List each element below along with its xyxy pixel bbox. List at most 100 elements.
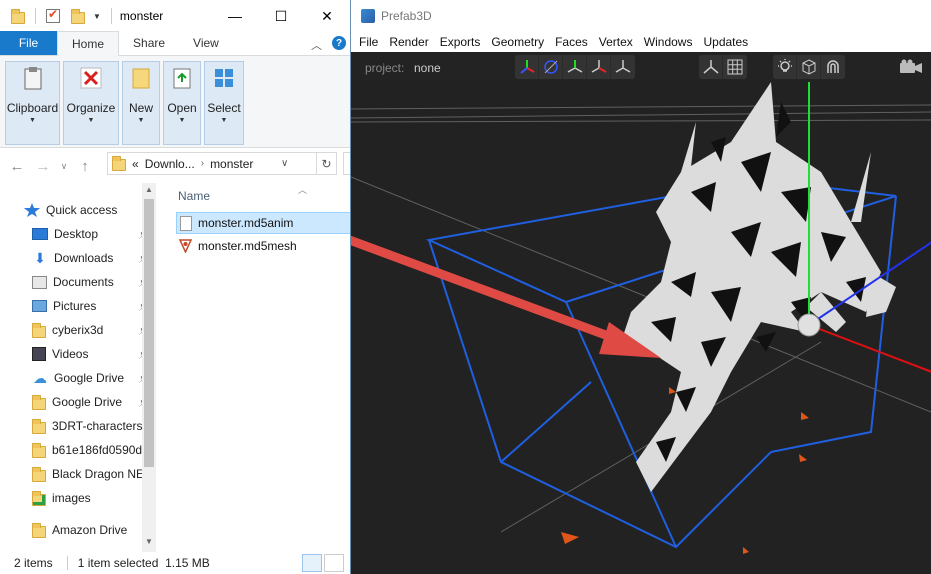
grid-icon[interactable]	[723, 55, 747, 79]
document-icon	[180, 215, 192, 231]
ribbon: Clipboard ▼ Organize ▼ New ▼ Open ▼ Sele…	[0, 56, 350, 148]
file-row-md5mesh[interactable]: monster.md5mesh	[176, 235, 350, 257]
menu-render[interactable]: Render	[389, 35, 428, 49]
rotate-gizmo-icon[interactable]	[539, 55, 563, 79]
up-arrow-icon[interactable]: ↑	[76, 158, 94, 175]
nav-item-google-drive[interactable]: ☁Google Drive📌	[32, 367, 150, 389]
tab-file[interactable]: File	[0, 31, 57, 55]
perspective-icon[interactable]	[699, 55, 723, 79]
scroll-down-icon[interactable]: ▼	[142, 537, 156, 551]
view-tools	[699, 55, 747, 79]
folder-icon	[32, 322, 46, 338]
folder-synced-icon	[32, 490, 46, 506]
tab-home[interactable]: Home	[57, 31, 120, 56]
axis-gizmo-icon[interactable]	[515, 55, 539, 79]
nav-item-3drt-characters[interactable]: 3DRT-characters	[32, 415, 150, 437]
cube-icon[interactable]	[797, 55, 821, 79]
prefab-title: Prefab3D	[381, 9, 432, 23]
folder-icon	[32, 394, 46, 410]
nav-item-cyberix3d[interactable]: cyberix3d📌	[32, 319, 150, 341]
new-folder-quick-icon[interactable]	[71, 8, 85, 24]
new-button[interactable]: New ▼	[122, 61, 160, 145]
render-tools	[773, 55, 845, 79]
column-header-name[interactable]: Name	[178, 189, 210, 203]
nav-item-documents[interactable]: Documents📌	[32, 271, 150, 293]
file-list: ︿ Name monster.md5anim monster.md5mesh	[170, 183, 350, 553]
camera-icon[interactable]	[899, 59, 923, 78]
tab-view[interactable]: View	[179, 31, 233, 55]
nav-item-images[interactable]: images	[32, 487, 150, 509]
nav-item-desktop[interactable]: Desktop📌	[32, 223, 150, 245]
breadcrumb-overflow[interactable]: «	[132, 157, 139, 171]
close-button[interactable]: ✕	[304, 0, 350, 32]
nav-item-downloads[interactable]: ⬇Downloads📌	[32, 247, 150, 269]
3d-viewport[interactable]	[351, 82, 931, 574]
move-z-icon[interactable]	[611, 55, 635, 79]
properties-icon[interactable]	[46, 7, 60, 23]
folder-icon	[32, 522, 46, 538]
large-icons-view-icon[interactable]	[324, 554, 344, 572]
star-icon	[24, 203, 40, 217]
help-icon[interactable]: ?	[332, 36, 346, 50]
clipboard-icon	[21, 65, 45, 91]
select-button[interactable]: Select ▼	[204, 61, 244, 145]
menu-updates[interactable]: Updates	[703, 35, 748, 49]
nav-item-black-dragon-ne[interactable]: Black Dragon NE	[32, 463, 150, 485]
search-box[interactable]	[343, 152, 350, 175]
breadcrumb-monster[interactable]: monster	[210, 157, 253, 171]
open-button[interactable]: Open ▼	[163, 61, 201, 145]
file-explorer-window: ▼ monster — ☐ ✕ File Home Share View ︿ ?	[0, 0, 350, 574]
chevron-up-icon[interactable]: ︿	[311, 37, 322, 53]
scroll-up-icon[interactable]: ▲	[142, 185, 156, 199]
menu-vertex[interactable]: Vertex	[599, 35, 633, 49]
menu-file[interactable]: File	[359, 35, 378, 49]
refresh-icon[interactable]: ↻	[316, 153, 336, 174]
address-dropdown[interactable]: ∨	[281, 158, 288, 169]
prefab-menubar: File Render Exports Geometry Faces Vertex Wind…	[351, 32, 931, 52]
minimize-button[interactable]: —	[212, 0, 258, 32]
back-arrow-icon[interactable]: ←	[8, 158, 26, 175]
nav-item-pictures[interactable]: Pictures📌	[32, 295, 150, 317]
monster-model	[621, 82, 896, 492]
organize-button[interactable]: Organize ▼	[63, 61, 119, 145]
magnet-icon[interactable]	[821, 55, 845, 79]
chevron-right-icon[interactable]: ›	[201, 158, 204, 169]
quick-access-toolbar-dropdown[interactable]: ▼	[93, 12, 101, 21]
folder-icon	[32, 418, 46, 434]
desktop-icon	[32, 228, 48, 240]
menu-geometry[interactable]: Geometry	[491, 35, 544, 49]
prefab-app-icon	[361, 9, 375, 23]
breadcrumb-downloads[interactable]: Downlo...	[145, 157, 195, 171]
folder-icon	[32, 442, 46, 458]
nav-scrollbar[interactable]: ▲ ▼	[142, 183, 156, 553]
menu-windows[interactable]: Windows	[644, 35, 693, 49]
menu-exports[interactable]: Exports	[440, 35, 481, 49]
nav-item-google-drive[interactable]: Google Drive📌	[32, 391, 150, 413]
folder-icon	[32, 466, 46, 482]
scroll-thumb[interactable]	[144, 199, 154, 467]
menu-faces[interactable]: Faces	[555, 35, 588, 49]
nav-item-amazon-drive[interactable]: Amazon Drive	[32, 519, 150, 541]
file-row-md5anim[interactable]: monster.md5anim	[176, 212, 350, 234]
prefab-titlebar: Prefab3D	[351, 0, 931, 32]
nav-quick-access[interactable]: Quick access	[24, 199, 142, 221]
details-view-icon[interactable]	[302, 554, 322, 572]
move-x-icon[interactable]	[587, 55, 611, 79]
maximize-button[interactable]: ☐	[258, 0, 304, 32]
project-name: none	[414, 61, 441, 75]
organize-icon	[79, 65, 103, 91]
pictures-icon	[32, 300, 47, 312]
status-bar: 2 items 1 item selected 1.15 MB	[0, 552, 350, 574]
forward-arrow-icon[interactable]: →	[34, 158, 52, 175]
address-bar[interactable]: « Downlo... › monster ∨ ↻	[107, 152, 337, 175]
light-bulb-icon[interactable]	[773, 55, 797, 79]
new-folder-icon	[129, 65, 153, 91]
recent-locations-dropdown[interactable]: ∨	[60, 161, 68, 172]
tab-share[interactable]: Share	[119, 31, 179, 55]
mesh-file-icon	[179, 239, 192, 253]
nav-item-b61e186fd0590d[interactable]: b61e186fd0590d	[32, 439, 150, 461]
nav-item-videos[interactable]: Videos📌	[32, 343, 150, 365]
move-y-icon[interactable]	[563, 55, 587, 79]
select-icon	[212, 65, 236, 91]
clipboard-button[interactable]: Clipboard ▼	[5, 61, 60, 145]
